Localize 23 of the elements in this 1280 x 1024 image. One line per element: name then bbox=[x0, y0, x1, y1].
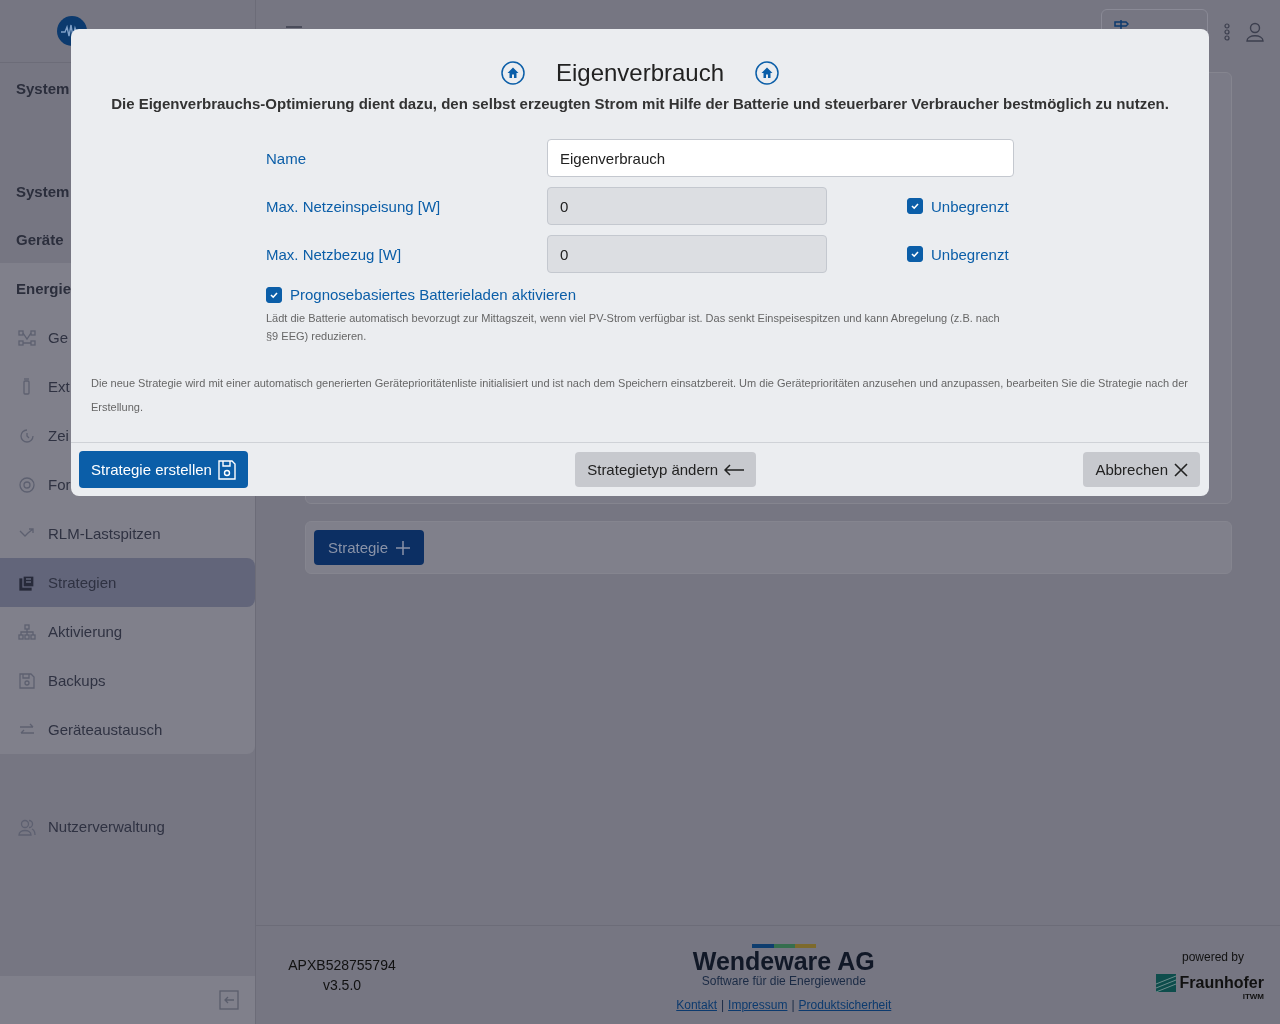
link-separator: | bbox=[791, 998, 795, 1012]
company-tagline: Software für die Energiewende bbox=[701, 974, 866, 988]
field-label: Max. Netzbezug [W] bbox=[266, 245, 403, 263]
sidebar-section-title: Geräte bbox=[15, 229, 65, 250]
company-name: Wendeware AG bbox=[692, 948, 875, 974]
help-text: Lädt die Batterie automatisch bevorzugt zur Mittagszeit, wenn viel PV-Strom verfügbar ist. Das senkt Einspeisespitzen und kann Abregelung (z.B. nach §9 EEG) reduzieren. bbox=[266, 311, 1001, 344]
partner-subtitle: ITWM bbox=[1242, 991, 1264, 1001]
sidebar-section-title: System bbox=[15, 181, 71, 202]
checkbox-label: Prognosebasiertes Batterieladen aktivieren bbox=[290, 286, 576, 303]
field-label: Name bbox=[266, 149, 307, 167]
link-separator: | bbox=[720, 998, 725, 1012]
powered-by-text: powered by bbox=[1181, 949, 1244, 964]
version-text: v3.5.0 bbox=[322, 977, 362, 993]
checkbox-label: Unbegrenzt bbox=[931, 197, 1009, 215]
checkbox-label: Unbegrenzt bbox=[931, 245, 1009, 263]
field-label: Max. Netzeinspeisung [W] bbox=[266, 197, 442, 215]
dialog-note: Die neue Strategie wird mit einer automatisch generierten Geräteprioritätenliste initialisiert und ist nach dem Speichern einsatzbereit. Um die Geräteprioritäten anzusehen und anzupassen, bearbeiten Sie die Strategie nach der Erstellung. bbox=[91, 376, 1189, 415]
partner-name: Fraunhofer bbox=[1179, 973, 1264, 992]
sidebar-section-title: Energie bbox=[15, 278, 73, 299]
serial-number: APXB528755794 bbox=[288, 957, 396, 973]
dialog-description: Die Eigenverbrauchs-Optimierung dient dazu, den selbst erzeugten Strom mit Hilfe der Batterie und steuerbarer Verbraucher bestmöglich zu nutzen. bbox=[110, 95, 1170, 112]
sidebar-section-title: System bbox=[15, 80, 71, 97]
dialog-title: Eigenverbrauch bbox=[555, 59, 725, 87]
